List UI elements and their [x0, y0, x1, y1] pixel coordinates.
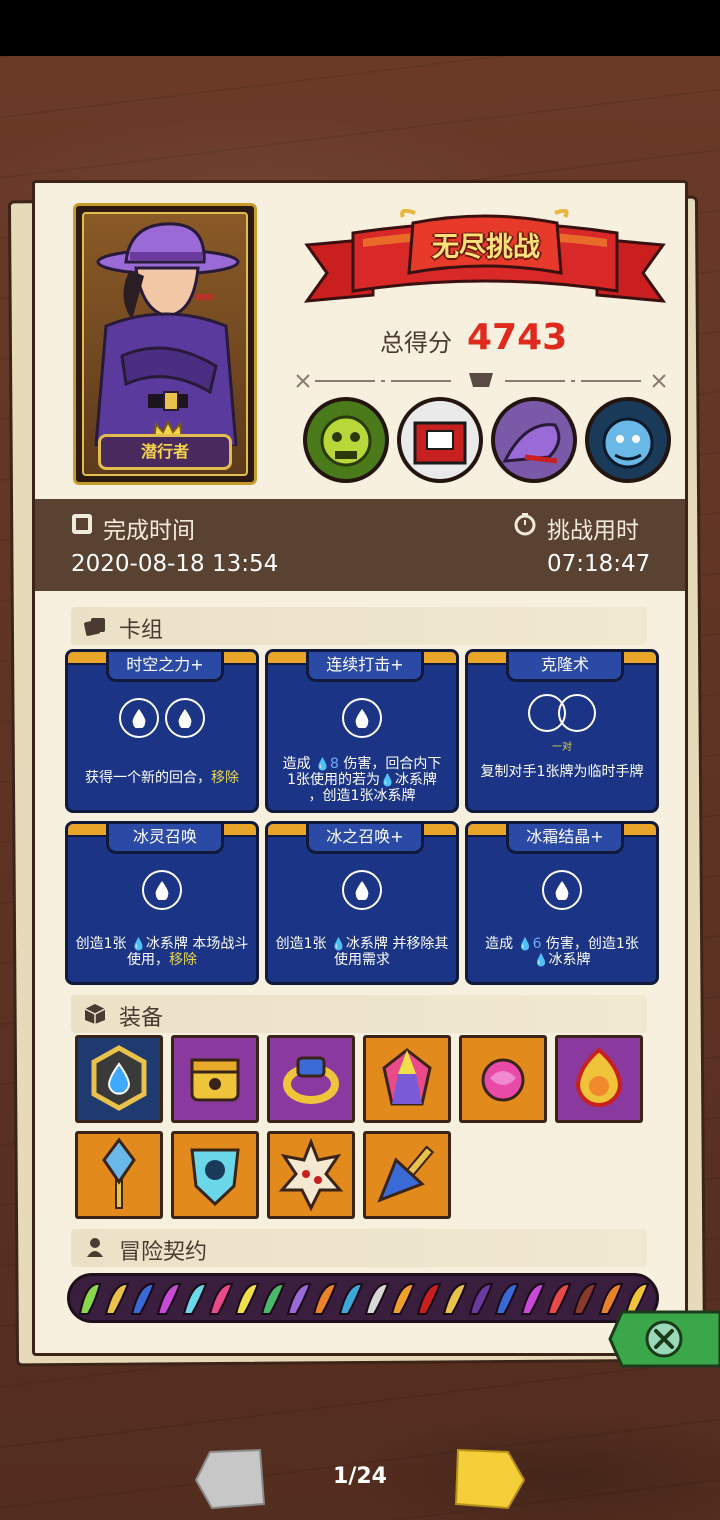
card-desc: 冰系牌 — [548, 952, 591, 968]
prev-page-button[interactable] — [194, 1448, 266, 1510]
card-desc: 获得一个新的回合， — [85, 770, 211, 786]
card-grid: 时空之力+ 获得一个新的回合，移除 连续打击+ 造成 💧8 伤害，回合内下 1张… — [65, 649, 661, 985]
card-title: 冰霜结晶+ — [506, 824, 624, 854]
drop-icon: 💧 — [517, 937, 533, 951]
golden-box-icon[interactable] — [171, 1035, 259, 1123]
score-value: 4743 — [467, 317, 568, 358]
cost-label: 一对 — [552, 742, 572, 753]
contract-strip[interactable] — [67, 1273, 659, 1323]
deck-card[interactable]: 冰之召唤+ 创造1张 💧冰系牌 并移除其使用需求 — [265, 821, 459, 985]
card-desc: 复制对手1张牌为临时手牌 — [480, 764, 644, 780]
drop-icon: 💧 — [533, 953, 549, 967]
sneaker-character-image — [94, 222, 240, 446]
boss-skull-avatar — [303, 397, 389, 483]
completion-time-label: 完成时间 — [103, 518, 195, 544]
status-bar — [0, 0, 720, 56]
crystal-icon[interactable] — [363, 1035, 451, 1123]
equipment-section-header: 装备 — [71, 995, 647, 1033]
damage-value: 8 — [330, 756, 339, 772]
score-label: 总得分 — [380, 329, 452, 357]
card-title: 冰之召唤+ — [306, 824, 424, 854]
card-desc: 冰系牌 并移除其使用需求 — [334, 936, 449, 968]
card-desc: 伤害，回合内下 — [338, 756, 442, 772]
film-icon — [72, 514, 92, 534]
person-icon — [87, 1238, 103, 1257]
deck-card[interactable]: 时空之力+ 获得一个新的回合，移除 — [65, 649, 259, 813]
fire-orb-icon[interactable] — [555, 1035, 643, 1123]
contracts-section-title: 冒险契约 — [119, 1240, 208, 1265]
water-drop-icon — [165, 698, 205, 738]
hero-portrait: 潜行者 — [73, 203, 257, 485]
card-desc: ，创造1张冰系牌 — [308, 788, 416, 804]
blue-scepter-icon[interactable] — [75, 1131, 163, 1219]
drop-icon: 💧 — [315, 757, 331, 771]
water-drop-icon — [342, 870, 382, 910]
cards-icon — [84, 618, 105, 636]
card-title: 克隆术 — [506, 652, 624, 682]
water-gem-amulet-icon[interactable] — [75, 1035, 163, 1123]
deck-card[interactable]: 冰霜结晶+ 造成 💧6 伤害，创造1张 💧冰系牌 — [465, 821, 659, 985]
challenge-duration-label: 挑战用时 — [547, 518, 639, 544]
deck-card[interactable]: 冰灵召唤 创造1张 💧冰系牌 本场战斗使用，移除 — [65, 821, 259, 985]
remove-keyword: 移除 — [169, 952, 197, 968]
completion-time-value: 2020-08-18 13:54 — [71, 551, 279, 577]
card-desc: 伤害，创造1张 — [541, 936, 639, 952]
contracts-section-header: 冒险契约 — [71, 1229, 647, 1267]
water-drop-icon — [342, 698, 382, 738]
drop-icon: 💧 — [330, 937, 346, 951]
record-panel: 潜行者 无尽挑战 总得分 4743 完成时间 2020-08-18 13:54 … — [32, 180, 688, 1356]
spiked-ball-icon[interactable] — [267, 1131, 355, 1219]
card-desc: 冰系牌 — [394, 772, 437, 788]
drop-icon: 💧 — [379, 773, 395, 787]
deck-card[interactable]: 连续打击+ 造成 💧8 伤害，回合内下 1张使用的若为💧冰系牌 ，创造1张冰系牌 — [265, 649, 459, 813]
boss-list — [303, 397, 671, 483]
pink-orb-icon[interactable] — [459, 1035, 547, 1123]
banner-title: 无尽挑战 — [432, 232, 540, 263]
close-button[interactable] — [608, 1308, 720, 1370]
equipment-section-title: 装备 — [119, 1006, 164, 1031]
remove-keyword: 移除 — [211, 770, 239, 786]
ring-icon[interactable] — [267, 1035, 355, 1123]
card-title: 冰灵召唤 — [106, 824, 224, 854]
deck-section-header: 卡组 — [71, 607, 647, 645]
stopwatch-icon — [514, 513, 536, 536]
card-desc: 造成 — [485, 936, 518, 952]
card-title: 连续打击+ — [306, 652, 424, 682]
water-drop-icon — [542, 870, 582, 910]
deck-card[interactable]: 克隆术 一对 复制对手1张牌为临时手牌 — [465, 649, 659, 813]
skull-shield-icon[interactable] — [171, 1131, 259, 1219]
title-banner: 无尽挑战 — [303, 208, 667, 317]
dagger-icon[interactable] — [363, 1131, 451, 1219]
card-desc: 造成 — [282, 756, 316, 772]
empty-slot-icon — [558, 694, 596, 732]
card-desc: 创造1张 — [75, 936, 131, 952]
boss-dragon-avatar — [491, 397, 577, 483]
drop-icon: 💧 — [130, 937, 146, 951]
card-desc: 1张使用的若为 — [287, 772, 380, 788]
info-bar: 完成时间 2020-08-18 13:54 挑战用时 07:18:47 — [35, 499, 685, 591]
water-drop-icon — [142, 870, 182, 910]
deck-section-title: 卡组 — [119, 618, 164, 643]
next-page-button[interactable] — [454, 1448, 526, 1510]
page-indicator: 1/24 — [333, 1464, 387, 1489]
challenge-duration-value: 07:18:47 — [547, 551, 651, 577]
boss-drum-avatar — [397, 397, 483, 483]
boss-ice-beast-avatar — [585, 397, 671, 483]
card-desc: 创造1张 — [275, 936, 331, 952]
ornament-divider — [296, 373, 666, 388]
card-title: 时空之力+ — [106, 652, 224, 682]
water-drop-icon — [119, 698, 159, 738]
hero-name: 潜行者 — [98, 434, 232, 470]
equipment-grid — [75, 1035, 651, 1219]
box-icon — [84, 1004, 106, 1024]
